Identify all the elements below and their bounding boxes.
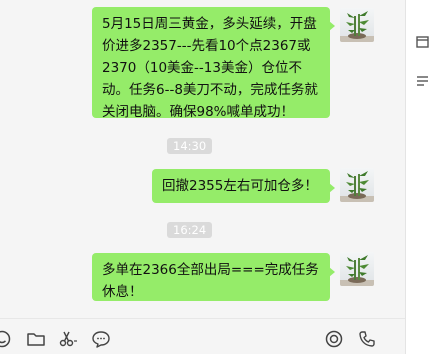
message-bubble[interactable]: 多单在2366全部出局===完成任务休息！ <box>92 253 335 301</box>
timestamp: 16:24 <box>167 222 213 238</box>
video-call-icon[interactable] <box>324 329 344 349</box>
avatar[interactable] <box>340 168 374 202</box>
phone-icon[interactable] <box>357 329 377 349</box>
message-text: 回撤2355左右可加仓多！ <box>162 178 318 194</box>
message-bubble[interactable]: 回撤2355左右可加仓多！ <box>152 169 335 203</box>
window-icon[interactable] <box>414 34 430 50</box>
message-text: 5月15日周三黄金，多头延续，开盘价进多2357---先看10个点2367或23… <box>102 16 318 120</box>
scissors-icon[interactable] <box>58 329 78 349</box>
bamboo-plant-icon <box>340 171 374 202</box>
timestamp: 14:30 <box>167 138 213 154</box>
avatar[interactable] <box>340 8 374 42</box>
bamboo-plant-icon <box>340 11 374 42</box>
message-text: 多单在2366全部出局===完成任务休息！ <box>102 262 319 300</box>
emoji-icon[interactable] <box>0 329 12 349</box>
avatar[interactable] <box>340 252 374 286</box>
input-toolbar <box>0 318 405 354</box>
folder-icon[interactable] <box>26 329 46 349</box>
list-icon[interactable] <box>414 72 430 88</box>
side-panel <box>405 0 431 354</box>
chat-area: 5月15日周三黄金，多头延续，开盘价进多2357---先看10个点2367或23… <box>0 0 405 318</box>
bamboo-plant-icon <box>340 255 374 286</box>
message-bubble[interactable]: 5月15日周三黄金，多头延续，开盘价进多2357---先看10个点2367或23… <box>92 7 335 120</box>
chat-bubble-icon[interactable] <box>91 329 111 349</box>
